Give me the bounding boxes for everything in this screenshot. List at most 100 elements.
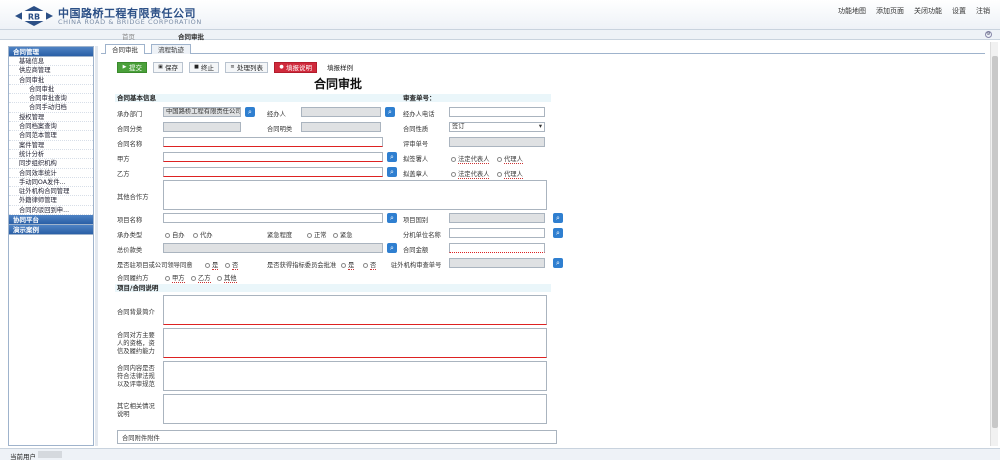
handler-input[interactable] — [301, 107, 381, 117]
party-a-radio[interactable]: 甲方 — [165, 273, 185, 283]
project-name-label: 项目名称 — [117, 217, 143, 224]
ptr-no-radio[interactable]: 否 — [225, 260, 239, 270]
scrollbar-thumb[interactable] — [992, 56, 998, 428]
risk-textarea[interactable] — [163, 361, 547, 391]
contract-nature-select[interactable]: 签订 ▾ — [449, 122, 545, 132]
dept-input[interactable]: 中国路桥工程有限责任公司 — [163, 107, 241, 117]
radio-label: 否 — [232, 262, 239, 270]
project-name-input[interactable] — [163, 213, 383, 223]
party-a-search-icon[interactable]: ⌕ — [387, 152, 397, 162]
sidebar-section-contract[interactable]: 合同管理 — [9, 47, 93, 57]
sidebar-item-oa[interactable]: 手动同OA发件... — [9, 178, 93, 188]
sidebar-item-case[interactable]: 案件管理 — [9, 141, 93, 150]
process-list-button[interactable]: ≡ 处理列表 — [225, 62, 268, 73]
party-b-radio[interactable]: 乙方 — [191, 273, 211, 283]
sidebar-item-archive-query[interactable]: 合同档案查询 — [9, 122, 93, 132]
stop-button[interactable]: ■ 终止 — [189, 62, 219, 73]
party-a-input[interactable] — [163, 152, 383, 162]
sidebar-item-reject[interactable]: 合同的驳回到申... — [9, 206, 93, 216]
party-b-input[interactable] — [163, 167, 383, 177]
sidebar-item-authorization[interactable]: 授权管理 — [9, 113, 93, 123]
contract-category-input[interactable] — [301, 122, 381, 132]
sidebar-item-statistics[interactable]: 统计分析 — [9, 150, 93, 160]
save-button[interactable]: ▣ 保存 — [153, 62, 183, 73]
submit-button[interactable]: ▶ 提交 — [117, 62, 147, 73]
fill-note-label: 填报说明 — [286, 63, 312, 72]
sidebar-item-overseas[interactable]: 驻外机构合同管理 — [9, 187, 93, 197]
radio-label: 正常 — [314, 232, 327, 239]
amount-search-icon[interactable]: ⌕ — [387, 243, 397, 253]
sidebar-item-manual-archive[interactable]: 合同手动归档 — [9, 103, 93, 113]
fill-note-button[interactable]: ● 填报说明 — [274, 62, 317, 73]
sidebar-item-template[interactable]: 合同范本管理 — [9, 131, 93, 141]
urgent-radio[interactable]: 紧急 — [333, 230, 353, 239]
radio-label: 法定代表人 — [458, 171, 490, 179]
project-search-icon[interactable]: ⌕ — [387, 213, 397, 223]
ability-label: 合同对方主要人的资格，资信及履约能力 — [117, 332, 155, 355]
sidebar-splitter[interactable] — [95, 46, 98, 446]
contract-amount-input[interactable] — [449, 243, 545, 253]
signer-agent-radio[interactable]: 代理人 — [497, 154, 523, 164]
sidebar-item-efficiency[interactable]: 合同效率统计 — [9, 169, 93, 178]
project-country-input[interactable] — [449, 213, 545, 223]
board-no-radio[interactable]: 否 — [363, 260, 377, 270]
tab-process-track[interactable]: 流程轨迹 — [151, 44, 191, 54]
contract-type-input[interactable] — [163, 122, 241, 132]
link-close-function[interactable]: 关闭功能 — [914, 6, 942, 16]
gear-icon[interactable]: ⚙ — [985, 31, 992, 38]
handler-phone-input[interactable] — [449, 107, 545, 117]
radio-label: 是 — [212, 262, 219, 270]
ability-textarea[interactable] — [163, 328, 547, 358]
radio-label: 法定代表人 — [458, 156, 490, 164]
contract-type3-label: 合同履约方 — [117, 275, 149, 282]
save-icon: ▣ — [158, 64, 163, 70]
info-icon: ● — [279, 64, 284, 70]
sidebar-item-sync-org[interactable]: 同步组织机构 — [9, 159, 93, 169]
signer-legal-rep-radio[interactable]: 法定代表人 — [451, 154, 490, 164]
foreign-no-label: 驻外机构审查单号 — [391, 262, 442, 269]
proposed-signer-label: 拟签署人 — [403, 156, 429, 163]
ptr-yes-radio[interactable]: 是 — [205, 260, 219, 270]
nav-tab-contract-approval[interactable]: 合同审批 — [178, 31, 204, 41]
country-search-icon[interactable]: ⌕ — [553, 213, 563, 223]
sidebar-section-demo[interactable]: 演示案例 — [9, 225, 93, 236]
branch-name-input[interactable] — [449, 228, 545, 238]
intro-textarea[interactable] — [163, 295, 547, 325]
nav-tabs-bar: 首页 合同审批 ⚙ — [0, 30, 1000, 41]
stamp-legal-rep-radio[interactable]: 法定代表人 — [451, 169, 490, 179]
foreign-search-icon[interactable]: ⌕ — [553, 258, 563, 268]
stamp-agent-radio[interactable]: 代理人 — [497, 169, 523, 179]
sidebar-item-contract-approval[interactable]: 合同审批 — [9, 76, 93, 85]
sidebar-item-supplier[interactable]: 供应商管理 — [9, 66, 93, 76]
other-info-textarea[interactable] — [163, 394, 547, 424]
sidebar-item-approval-query[interactable]: 合同审批查询 — [9, 94, 93, 104]
contract-name-input[interactable] — [163, 137, 383, 147]
handler-search-icon[interactable]: ⌕ — [385, 107, 395, 117]
total-amount-input[interactable] — [163, 243, 383, 253]
proxy-radio[interactable]: 代办 — [193, 230, 213, 239]
attachment-box[interactable]: 合同附件附件 — [117, 430, 557, 444]
foreign-no-input[interactable] — [449, 258, 545, 268]
sidebar-item-approval[interactable]: 合同审批 — [9, 85, 93, 95]
link-add-page[interactable]: 添加页面 — [876, 6, 904, 16]
normal-radio[interactable]: 正常 — [307, 230, 327, 239]
link-function-map[interactable]: 功能地图 — [838, 6, 866, 16]
fill-example-button[interactable]: 填报样例 — [323, 62, 357, 73]
board-yes-radio[interactable]: 是 — [341, 260, 355, 270]
list-icon: ≡ — [230, 64, 235, 70]
other-party-textarea[interactable] — [163, 180, 547, 210]
sidebar-item-basic-info[interactable]: 基础信息 — [9, 57, 93, 67]
vertical-scrollbar[interactable] — [990, 42, 998, 446]
link-logout[interactable]: 注销 — [976, 6, 990, 16]
tab-contract-approval[interactable]: 合同审批 — [105, 44, 145, 54]
dept-search-icon[interactable]: ⌕ — [245, 107, 255, 117]
sidebar-item-lawyer[interactable]: 外籍律师管理 — [9, 196, 93, 206]
review-no2-input[interactable] — [449, 137, 545, 147]
link-settings[interactable]: 设置 — [952, 6, 966, 16]
party-b-search-icon[interactable]: ⌕ — [387, 167, 397, 177]
nav-tab-home[interactable]: 首页 — [122, 31, 135, 41]
other-radio[interactable]: 其他 — [217, 273, 237, 283]
self-radio[interactable]: 自办 — [165, 230, 185, 239]
sidebar-section-collab[interactable]: 协同平台 — [9, 215, 93, 226]
branch-search-icon[interactable]: ⌕ — [553, 228, 563, 238]
